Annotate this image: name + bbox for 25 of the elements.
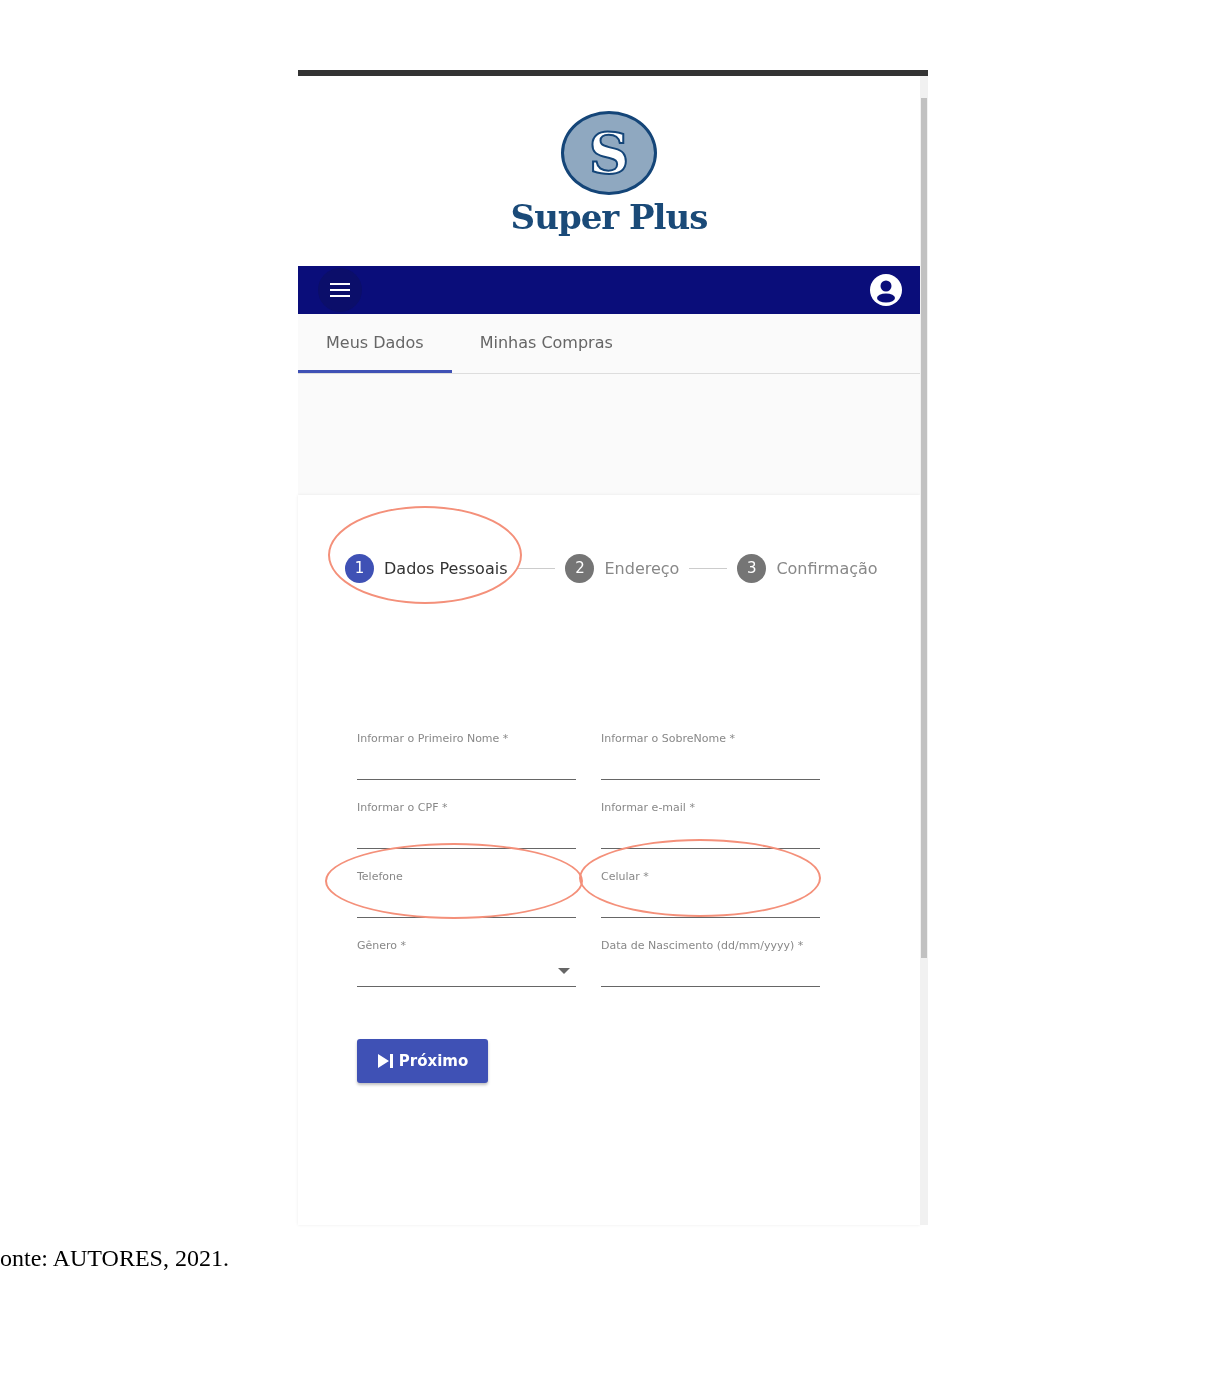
step-label[interactable]: Dados Pessoais [384, 558, 508, 578]
step-number: 3 [737, 553, 767, 583]
tab[interactable]: Minhas Compras [451, 314, 641, 373]
next-button[interactable]: Próximo [357, 1039, 488, 1083]
caption-text: onte: AUTORES, 2021. [0, 1245, 230, 1272]
menu-icon [330, 282, 350, 298]
input-field[interactable]: Informar o CPF * [357, 800, 576, 849]
step-label[interactable]: Confirmação [776, 558, 878, 578]
user-icon[interactable] [870, 274, 902, 306]
scrollbar[interactable] [920, 76, 928, 1225]
input-field[interactable]: Informar o SobreNome * [601, 731, 820, 780]
step-number: 2 [565, 553, 595, 583]
caret-icon [558, 968, 570, 974]
input-field[interactable]: Data de Nascimento (dd/mm/yyyy) * [601, 938, 820, 987]
menu-button[interactable] [318, 268, 362, 312]
input-field[interactable]: Celular * [601, 869, 820, 918]
input-field[interactable]: Gênero * [357, 938, 576, 987]
logo-text: Super Plus [510, 196, 708, 239]
logo-icon: S [561, 111, 657, 195]
input-field[interactable]: Informar o Primeiro Nome * [357, 731, 576, 780]
step-number: 1 [345, 553, 374, 583]
input-field[interactable]: Telefone [357, 869, 576, 918]
step-label[interactable]: Endereço [604, 558, 680, 578]
skip-next-icon [376, 1053, 395, 1069]
input-field[interactable]: Informar e-mail * [601, 800, 820, 849]
